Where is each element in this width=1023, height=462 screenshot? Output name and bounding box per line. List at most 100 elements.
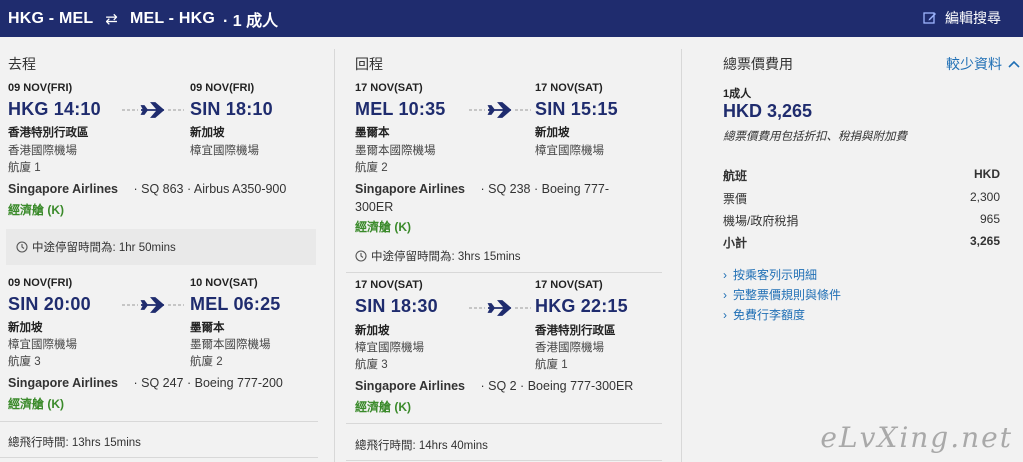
flight-number: · SQ 2 · Boeing 777-300ER [480,379,634,393]
swap-icon: ⇄ [105,10,118,28]
edit-search-button[interactable]: 編輯搜尋 [923,8,1001,28]
arrival-date: 17 NOV(SAT) [535,82,603,94]
departure-terminal: 航廈 3 [355,359,388,371]
flight-info: Singapore Airlines · SQ 863 · Airbus A35… [8,182,286,196]
chevron-up-icon [1008,60,1020,68]
layover-info: 中途停留時間為: 1hr 50mins [6,229,316,265]
arrival-airport: 香港國際機場 [535,342,604,354]
chevron-right-icon: › [723,287,727,302]
arrival-city: 墨爾本 [190,322,225,334]
arrival-terminal: 航廈 1 [535,359,568,371]
breakdown-currency: HKD [974,167,1000,181]
total-flight-time: 總飛行時間: 13hrs 15mins [8,437,141,449]
cabin-class: 經濟艙 (K) [8,203,64,217]
flight-number-continued: 300ER [355,200,394,214]
fare-label: 票價 [723,192,748,206]
departure-city: 新加坡 [8,322,43,334]
plane-icon [469,300,531,316]
layover-info: 中途停留時間為: 3hrs 15mins [355,247,521,265]
airline-name: Singapore Airlines [8,182,118,196]
clock-icon [355,250,367,262]
inbound-title: 回程 [355,56,383,72]
passenger-count: · 1 成人 [223,12,279,30]
arrival-date: 10 NOV(SAT) [190,277,258,289]
arrival-terminal: 航廈 2 [190,356,223,368]
outbound-title: 去程 [8,56,36,72]
departure-terminal: 航廈 2 [355,162,388,174]
fare-value: 2,300 [969,190,1000,204]
divider [346,423,662,424]
departure-time: HKG 14:10 [8,99,101,119]
tax-value: 965 [979,212,1000,226]
flight-number: · SQ 247 · Boeing 777-200 [133,376,283,390]
plane-icon [122,102,184,118]
flight-number: · SQ 863 · Airbus A350-900 [133,182,287,196]
departure-airport: 香港國際機場 [8,145,77,157]
subtotal-value: 3,265 [969,234,1000,248]
departure-date: 09 NOV(FRI) [8,82,73,94]
divider [346,460,662,461]
divider [0,421,318,422]
chevron-right-icon: › [723,307,727,322]
chevron-right-icon: › [723,267,727,282]
departure-date: 17 NOV(SAT) [355,279,423,291]
column-divider [334,49,335,462]
price-summary-panel: 總票價費用 較少資料 1成人 HKD 3,265 總票價費用包括折扣、稅捐與附加… [682,37,1023,462]
flight-info: Singapore Airlines · SQ 247 · Boeing 777… [8,376,283,390]
baggage-allowance-label: 免費行李額度 [733,308,806,322]
total-flight-time: 總飛行時間: 14hrs 40mins [355,440,488,452]
arrival-date: 17 NOV(SAT) [535,279,603,291]
inbound-panel: 回程 17 NOV(SAT) MEL 10:35 墨爾本 墨爾本國際機場 航廈 … [336,37,680,462]
arrival-time: MEL 06:25 [190,294,281,314]
arrival-city: 香港特別行政區 [535,325,616,337]
flight-info: Singapore Airlines · SQ 2 · Boeing 777-3… [355,379,633,393]
flight-number: · SQ 238 · Boeing 777- [480,182,610,196]
arrival-time: SIN 15:15 [535,99,618,119]
plane-icon [122,297,184,313]
breakdown-header-label: 航班 [723,169,748,183]
outbound-route: HKG - MEL [8,9,94,27]
watermark: eLvXing.net [820,421,1013,454]
price-passenger: 1成人 [723,88,752,100]
cabin-class: 經濟艙 (K) [8,397,64,411]
arrival-time: HKG 22:15 [535,296,628,316]
departure-terminal: 航廈 3 [8,356,41,368]
departure-terminal: 航廈 1 [8,162,41,174]
show-less-toggle[interactable]: 較少資料 [946,54,1021,74]
price-title: 總票價費用 [723,56,793,72]
passenger-breakdown-label: 按乘客列示明細 [733,268,818,282]
departure-time: SIN 20:00 [8,294,91,314]
outbound-panel: 去程 09 NOV(FRI) HKG 14:10 香港特別行政區 香港國際機場 … [0,37,334,462]
passenger-breakdown-link[interactable]: › 按乘客列示明細 [723,266,817,283]
airline-name: Singapore Airlines [8,376,118,390]
baggage-allowance-link[interactable]: › 免費行李額度 [723,306,805,323]
departure-date: 17 NOV(SAT) [355,82,423,94]
layover-text: 中途停留時間為: 1hr 50mins [32,242,176,254]
price-note: 總票價費用包括折扣、稅捐與附加費 [723,131,907,143]
layover-text: 中途停留時間為: 3hrs 15mins [371,251,521,263]
search-summary-bar: HKG - MEL ⇄ MEL - HKG · 1 成人 編輯搜尋 [0,0,1023,37]
divider [346,272,662,273]
cabin-class: 經濟艙 (K) [355,220,411,234]
fare-rules-link[interactable]: › 完整票價規則與條件 [723,286,841,303]
arrival-city: 新加坡 [190,127,225,139]
tax-label: 機場/政府稅捐 [723,214,799,228]
return-route: MEL - HKG [129,9,215,27]
total-price: HKD 3,265 [723,101,813,121]
arrival-date: 09 NOV(FRI) [190,82,255,94]
departure-city: 新加坡 [355,325,390,337]
plane-icon [469,102,531,118]
show-less-label: 較少資料 [946,56,1002,72]
arrival-city: 新加坡 [535,127,570,139]
cabin-class: 經濟艙 (K) [355,400,411,414]
arrival-airport: 樟宜國際機場 [190,145,259,157]
departure-city: 香港特別行政區 [8,127,89,139]
fare-rules-label: 完整票價規則與條件 [733,288,842,302]
departure-airport: 樟宜國際機場 [8,339,77,351]
clock-icon [16,241,28,253]
edit-search-label: 編輯搜尋 [945,10,1001,26]
subtotal-label: 小計 [723,236,748,250]
departure-city: 墨爾本 [355,127,390,139]
departure-airport: 樟宜國際機場 [355,342,424,354]
arrival-airport: 墨爾本國際機場 [190,339,271,351]
